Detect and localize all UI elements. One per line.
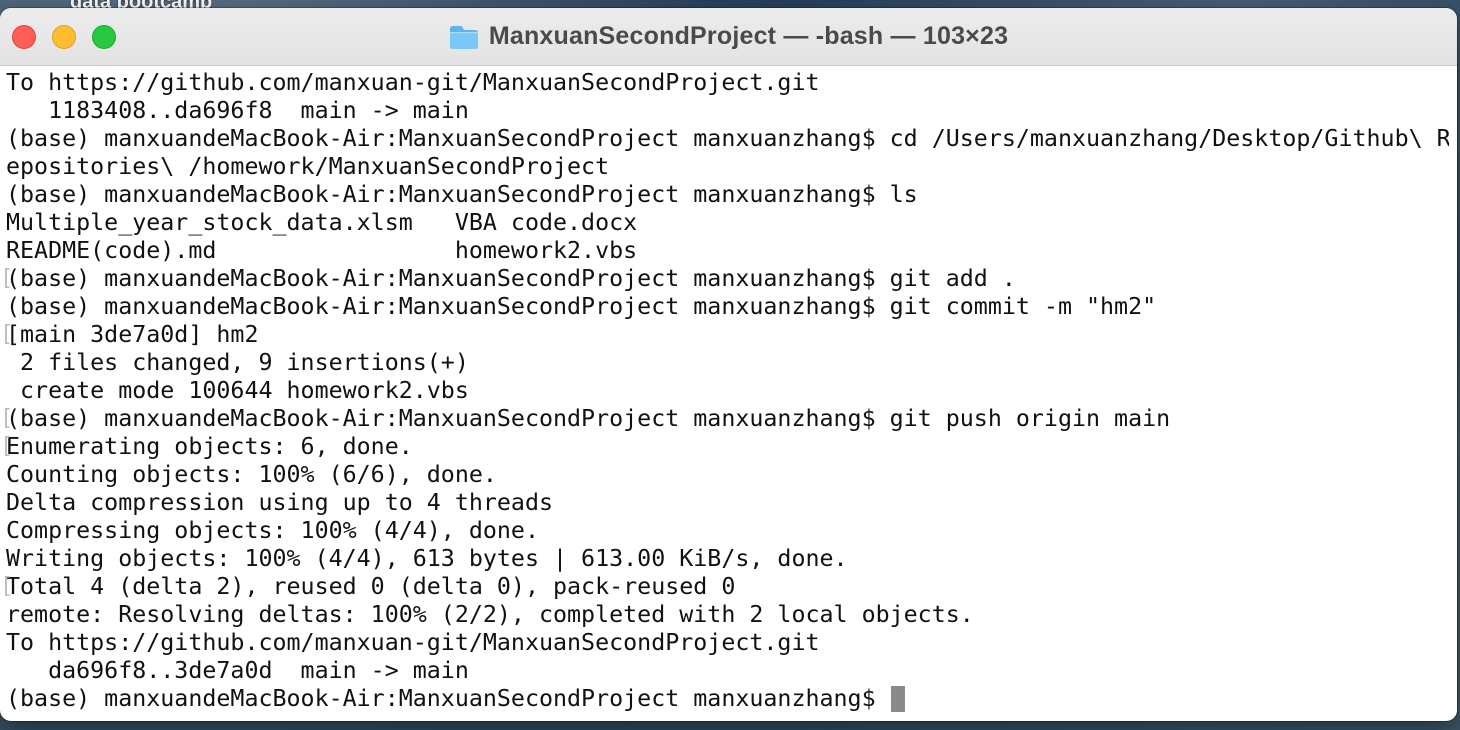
terminal-line: [](base) manxuandeMacBook-Air:ManxuanSec…: [0, 265, 1457, 293]
terminal-line-text: README(code).md homework2.vbs: [6, 237, 638, 264]
terminal-line: create mode 100644 homework2.vbs: [6, 377, 1449, 405]
mark-bracket-left: [: [0, 574, 14, 599]
terminal-line-text: (base) manxuandeMacBook-Air:ManxuanSecon…: [6, 293, 1157, 320]
terminal-line-text: 1183408..da696f8 main -> main: [6, 97, 469, 124]
terminal-line-text: Counting objects: 100% (6/6), done.: [6, 461, 497, 488]
terminal-line: Counting objects: 100% (6/6), done.: [6, 461, 1449, 489]
mark-bracket-left: [: [0, 322, 14, 347]
window-title-group: ManxuanSecondProject — -bash — 103×23: [0, 8, 1457, 65]
terminal-line: To https://github.com/manxuan-git/Manxua…: [6, 629, 1449, 657]
terminal-line: (base) manxuandeMacBook-Air:ManxuanSecon…: [6, 125, 1451, 153]
terminal-line-text: Writing objects: 100% (4/4), 613 bytes |…: [6, 545, 848, 572]
terminal-line-text: To https://github.com/manxuan-git/Manxua…: [6, 629, 820, 656]
prompt-line[interactable]: (base) manxuandeMacBook-Air:ManxuanSecon…: [6, 685, 1449, 713]
terminal-line: []Enumerating objects: 6, done.: [0, 433, 1457, 461]
terminal-line-text: Delta compression using up to 4 threads: [6, 489, 554, 516]
terminal-line-text: [main 3de7a0d] hm2: [6, 321, 259, 348]
terminal-line-text: create mode 100644 homework2.vbs: [6, 377, 469, 404]
scrollbar-track[interactable]: [1449, 66, 1457, 721]
terminal-line-text: 2 files changed, 9 insertions(+): [6, 349, 469, 376]
terminal-line-text: da696f8..3de7a0d main -> main: [6, 657, 469, 684]
terminal-line-text: Multiple_year_stock_data.xlsm VBA code.d…: [6, 209, 638, 236]
terminal-line: (base) manxuandeMacBook-Air:ManxuanSecon…: [6, 293, 1449, 321]
terminal-line: epositories\ /homework/ManxuanSecondProj…: [6, 153, 1449, 181]
terminal-line-text: Compressing objects: 100% (4/4), done.: [6, 517, 539, 544]
terminal-line: da696f8..3de7a0d main -> main: [6, 657, 1449, 685]
terminal-line: 1183408..da696f8 main -> main: [6, 97, 1449, 125]
terminal-window[interactable]: ManxuanSecondProject — -bash — 103×23 To…: [0, 8, 1457, 721]
terminal-line-text: epositories\ /homework/ManxuanSecondProj…: [6, 153, 610, 180]
terminal-line: To https://github.com/manxuan-git/Manxua…: [6, 69, 1449, 97]
terminal-line-text: (base) manxuandeMacBook-Air:ManxuanSecon…: [6, 265, 1016, 292]
mark-bracket-left: [: [0, 406, 14, 431]
terminal-line-text: remote: Resolving deltas: 100% (2/2), co…: [6, 601, 974, 628]
prompt-text: (base) manxuandeMacBook-Air:ManxuanSecon…: [6, 685, 890, 712]
mark-bracket-left: [: [0, 434, 14, 459]
text-cursor[interactable]: [890, 686, 905, 712]
folder-icon: [449, 25, 478, 49]
terminal-line: Delta compression using up to 4 threads: [6, 489, 1449, 517]
mark-bracket-left: [: [0, 266, 14, 291]
terminal-line: README(code).md homework2.vbs: [6, 237, 1449, 265]
terminal-line-text: (base) manxuandeMacBook-Air:ManxuanSecon…: [6, 181, 918, 208]
terminal-line-text: To https://github.com/manxuan-git/Manxua…: [6, 69, 820, 96]
terminal-line: 2 files changed, 9 insertions(+): [6, 349, 1449, 377]
terminal-line: remote: Resolving deltas: 100% (2/2), co…: [6, 601, 1449, 629]
terminal-line: [][main 3de7a0d] hm2: [0, 321, 1457, 349]
terminal-line-text: Total 4 (delta 2), reused 0 (delta 0), p…: [6, 573, 736, 600]
window-title: ManxuanSecondProject — -bash — 103×23: [488, 22, 1009, 50]
terminal-line-text: (base) manxuandeMacBook-Air:ManxuanSecon…: [6, 125, 1451, 152]
terminal-output[interactable]: To https://github.com/manxuan-git/Manxua…: [0, 66, 1457, 721]
terminal-line: Compressing objects: 100% (4/4), done.: [6, 517, 1449, 545]
terminal-line-text: (base) manxuandeMacBook-Air:ManxuanSecon…: [6, 405, 1171, 432]
terminal-line: []Total 4 (delta 2), reused 0 (delta 0),…: [0, 573, 1457, 601]
terminal-line-text: Enumerating objects: 6, done.: [6, 433, 413, 460]
terminal-line: [](base) manxuandeMacBook-Air:ManxuanSec…: [0, 405, 1457, 433]
terminal-line: Writing objects: 100% (4/4), 613 bytes |…: [6, 545, 1449, 573]
title-bar[interactable]: ManxuanSecondProject — -bash — 103×23: [0, 8, 1457, 66]
terminal-line: Multiple_year_stock_data.xlsm VBA code.d…: [6, 209, 1449, 237]
terminal-line: (base) manxuandeMacBook-Air:ManxuanSecon…: [6, 181, 1449, 209]
